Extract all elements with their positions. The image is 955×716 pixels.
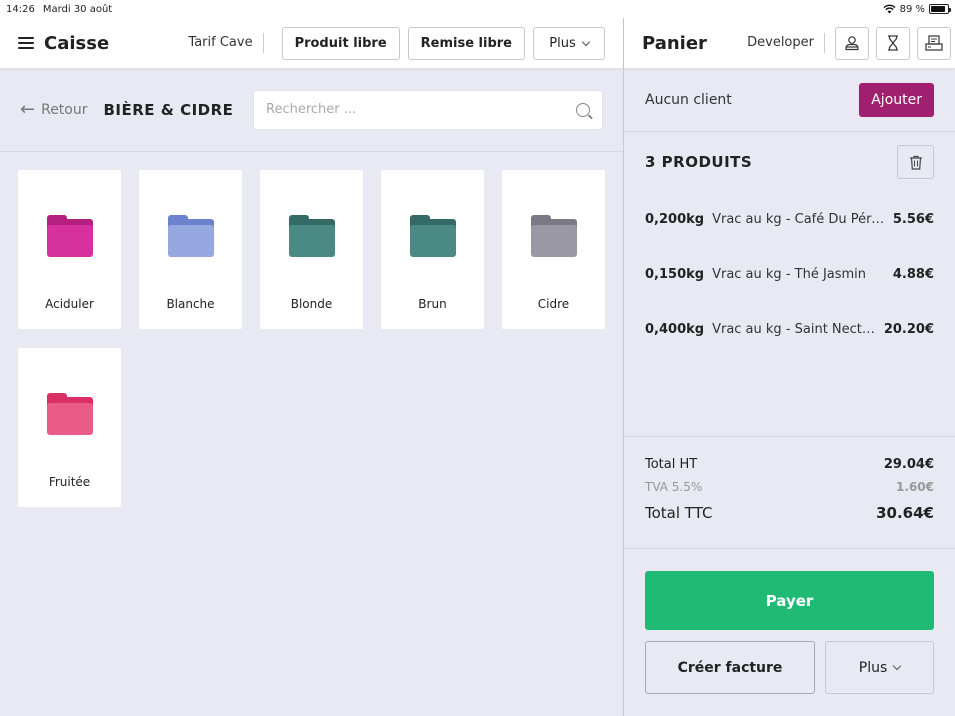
tarif-selector[interactable]: Tarif Cave (188, 33, 264, 53)
product-count: 3 PRODUITS (645, 153, 753, 171)
folder-label: Blanche (166, 297, 215, 311)
cart-list-header: 3 PRODUITS (624, 132, 955, 192)
folder-tile[interactable]: Aciduler (18, 170, 121, 329)
add-client-button[interactable]: Ajouter (859, 82, 934, 117)
pay-button[interactable]: Payer (645, 571, 934, 630)
menu-icon[interactable] (18, 37, 34, 49)
header-plus-label: Plus (549, 35, 576, 51)
create-invoice-button[interactable]: Créer facture (645, 641, 815, 694)
item-name: Vrac au kg - Café Du Pérou (712, 212, 885, 227)
total-ht-row: Total HT 29.04€ (645, 453, 934, 475)
total-ttc-row: Total TTC 30.64€ (645, 499, 934, 527)
folder-label: Cidre (537, 297, 570, 311)
search-input[interactable] (266, 102, 576, 117)
item-quantity: 0,200kg (645, 212, 705, 227)
folder-tile[interactable]: Cidre (502, 170, 605, 329)
folder-tile[interactable]: Brun (381, 170, 484, 329)
tva-label: TVA 5.5% (645, 480, 703, 494)
receipt-printer-icon (925, 35, 943, 51)
no-client-label: Aucun client (645, 91, 732, 108)
item-price: 4.88€ (892, 267, 934, 282)
status-right: 89 % (883, 3, 951, 15)
folder-icon (530, 215, 577, 257)
current-user[interactable]: Developer (747, 33, 825, 53)
back-button[interactable]: ← Retour (20, 98, 88, 120)
battery-percent: 89 % (899, 3, 925, 15)
wifi-icon (883, 4, 896, 14)
folder-tile[interactable]: Fruitée (18, 348, 121, 507)
cart-title: Panier (642, 32, 707, 54)
chevron-down-icon (893, 661, 902, 671)
search-box[interactable] (253, 89, 603, 130)
search-icon[interactable] (576, 102, 590, 117)
cart-panel: Panier Developer Aucun client Ajouter 3 … (623, 18, 955, 716)
header-plus-button[interactable]: Plus (533, 26, 605, 60)
total-ttc-value: 30.64€ (876, 504, 934, 522)
trash-icon (909, 155, 922, 170)
printer-button[interactable] (917, 26, 951, 60)
hourglass-icon (888, 35, 898, 51)
client-row: Aucun client Ajouter (624, 68, 955, 132)
hourglass-button[interactable] (876, 26, 910, 60)
cart-item[interactable]: 0,400kg Vrac au kg - Saint Nectaire 20.2… (624, 302, 955, 357)
arrow-left-icon: ← (20, 98, 36, 120)
tva-value: 1.60€ (896, 480, 934, 494)
clear-cart-button[interactable] (897, 145, 934, 179)
total-ttc-label: Total TTC (645, 504, 713, 522)
item-price: 20.20€ (883, 322, 934, 337)
category-title: BIÈRE & CIDRE (103, 100, 234, 119)
folder-label: Blonde (290, 297, 333, 311)
folder-icon (46, 393, 93, 435)
folder-icon (409, 215, 456, 257)
folder-label: Fruitée (48, 475, 91, 489)
status-date: Mardi 30 août (42, 3, 113, 15)
cart-items: 0,200kg Vrac au kg - Café Du Pérou 5.56€… (624, 192, 955, 357)
category-nav: ← Retour BIÈRE & CIDRE (0, 68, 623, 152)
main-header: Caisse Tarif Cave Produit libre Remise l… (0, 18, 623, 68)
customer-button[interactable] (835, 26, 869, 60)
cart-more-button[interactable]: Plus (825, 641, 934, 694)
item-name: Vrac au kg - Thé Jasmin (712, 267, 867, 282)
folder-icon (288, 215, 335, 257)
item-quantity: 0,400kg (645, 322, 705, 337)
cart-header: Panier Developer (624, 18, 955, 68)
status-bar: 14:26 Mardi 30 août 89 % (0, 0, 955, 18)
total-ht-value: 29.04€ (883, 456, 934, 472)
folder-icon (167, 215, 214, 257)
item-name: Vrac au kg - Saint Nectaire (712, 322, 876, 337)
chevron-down-icon (581, 37, 590, 46)
tva-row: TVA 5.5% 1.60€ (645, 475, 934, 499)
item-quantity: 0,150kg (645, 267, 705, 282)
folder-tile[interactable]: Blonde (260, 170, 363, 329)
produit-libre-button[interactable]: Produit libre (281, 26, 400, 60)
status-time: 14:26 (6, 3, 35, 15)
cart-more-label: Plus (858, 659, 888, 676)
app-title: Caisse (44, 32, 110, 54)
folder-label: Brun (418, 297, 447, 311)
folder-tile[interactable]: Blanche (139, 170, 242, 329)
total-ht-label: Total HT (645, 456, 698, 472)
cart-item[interactable]: 0,150kg Vrac au kg - Thé Jasmin 4.88€ (624, 247, 955, 302)
remise-libre-button[interactable]: Remise libre (407, 26, 525, 60)
user-icon (845, 36, 859, 51)
battery-icon (929, 4, 951, 14)
cart-item[interactable]: 0,200kg Vrac au kg - Café Du Pérou 5.56€ (624, 192, 955, 247)
item-price: 5.56€ (892, 212, 934, 227)
totals-section: Total HT 29.04€ TVA 5.5% 1.60€ Total TTC… (624, 436, 955, 549)
folder-icon (46, 215, 93, 257)
back-label: Retour (41, 101, 88, 118)
folder-label: Aciduler (45, 297, 94, 311)
